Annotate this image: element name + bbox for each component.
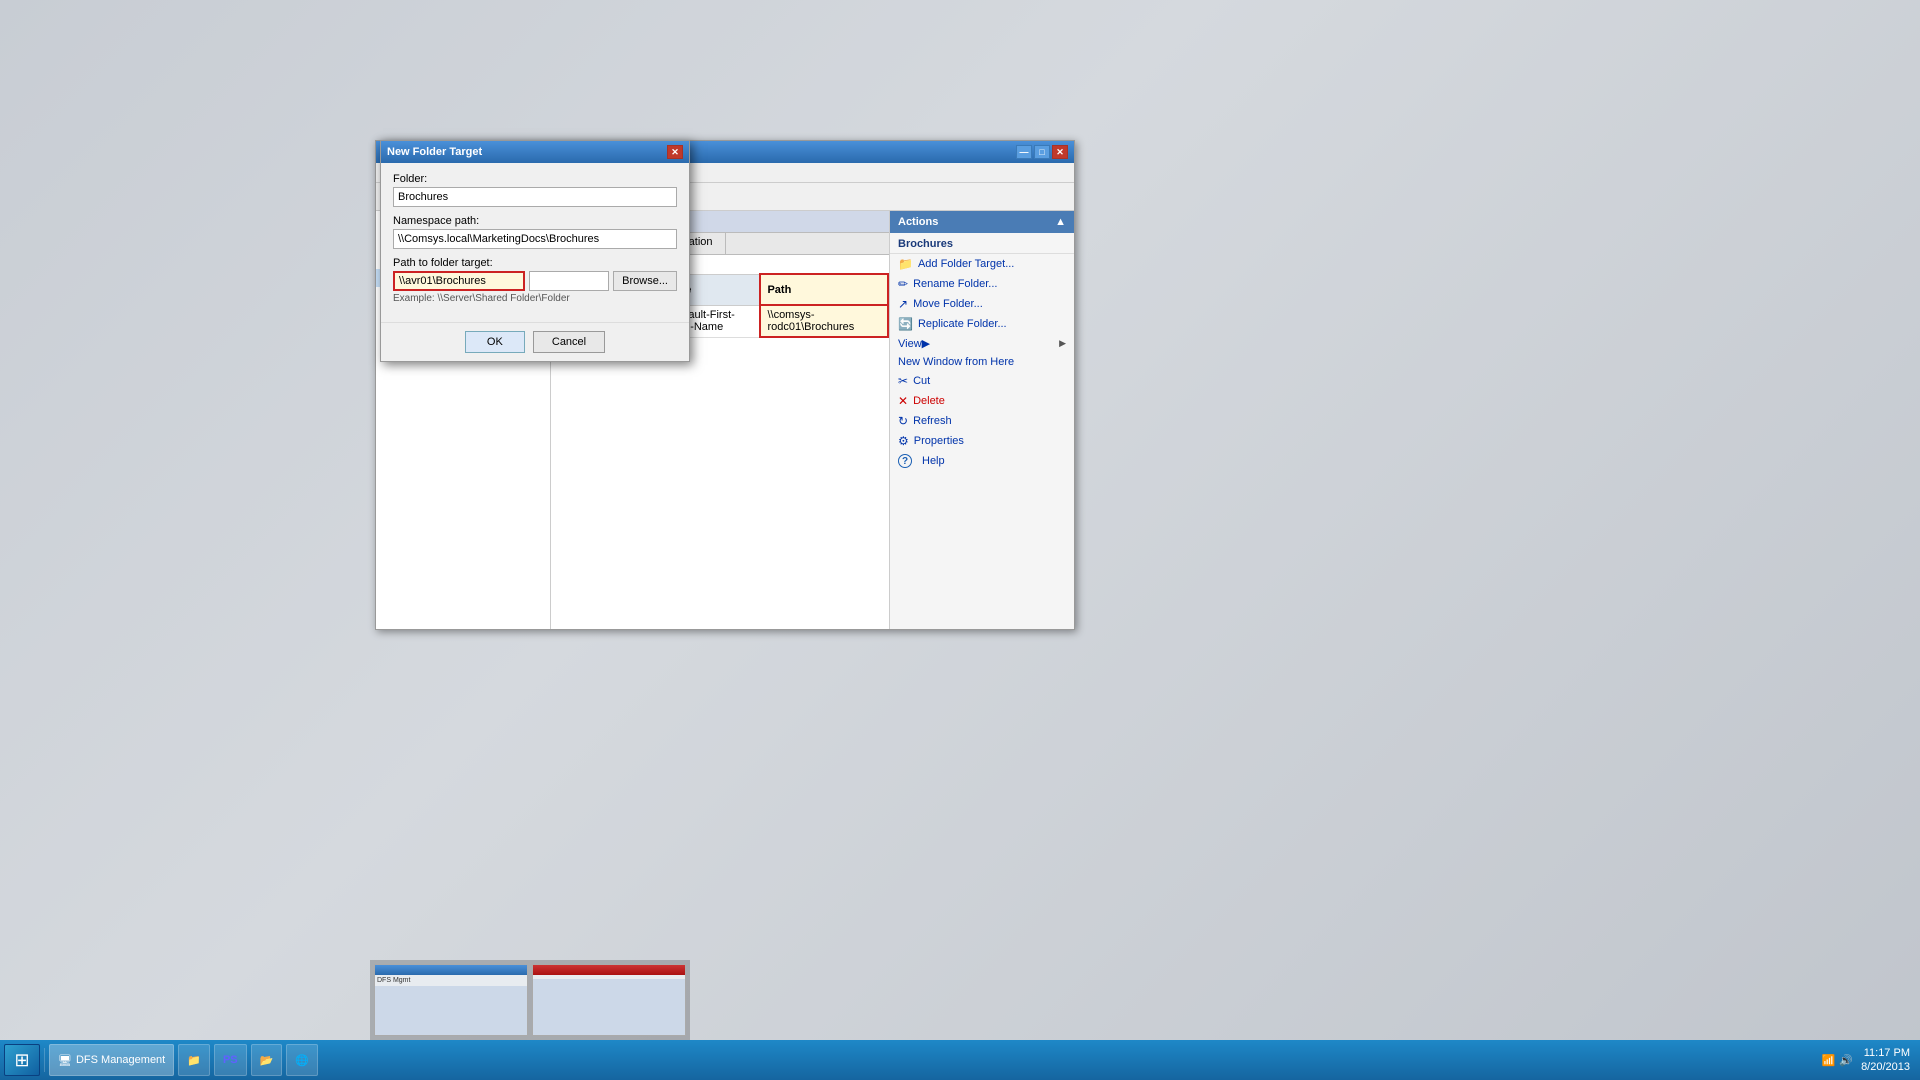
taskbar-dfs-icon: 🖥 bbox=[58, 1054, 72, 1067]
start-button[interactable]: ⊞ bbox=[4, 1044, 40, 1076]
taskbar-dfs-label: DFS Management bbox=[76, 1054, 165, 1066]
cell-path: \\comsys-rodc01\Brochures bbox=[760, 305, 888, 337]
thumbnail-2[interactable] bbox=[532, 964, 686, 1036]
folder-input[interactable] bbox=[393, 187, 677, 207]
action-help[interactable]: ? Help bbox=[890, 451, 1074, 471]
thumb-content-2 bbox=[533, 975, 685, 979]
action-label-cut: Cut bbox=[913, 375, 930, 387]
action-label-properties: Properties bbox=[914, 435, 964, 447]
actions-collapse-icon[interactable]: ▲ bbox=[1055, 216, 1066, 228]
namespace-input[interactable] bbox=[393, 229, 677, 249]
tray-sound-icon: 🔊 bbox=[1839, 1054, 1853, 1067]
help-icon: ? bbox=[898, 454, 912, 468]
dialog-title-bar: New Folder Target ✕ bbox=[381, 141, 689, 163]
tray-network-icon: 📶 bbox=[1822, 1054, 1836, 1067]
taskbar: ⊞ 🖥 DFS Management 📁 PS 📂 🌐 📶 🔊 11:17 PM… bbox=[0, 1040, 1920, 1080]
action-properties[interactable]: ⚙ Properties bbox=[890, 431, 1074, 451]
example-text: Example: \\Server\Shared Folder\Folder bbox=[393, 293, 677, 304]
clock-date: 8/20/2013 bbox=[1861, 1060, 1910, 1074]
system-clock: 11:17 PM 8/20/2013 bbox=[1861, 1046, 1910, 1075]
actions-title: Actions bbox=[898, 216, 938, 228]
taskbar-ie[interactable]: 🌐 bbox=[286, 1044, 318, 1076]
folder-group: Folder: bbox=[393, 173, 677, 207]
action-label-view: View bbox=[898, 338, 922, 350]
actions-section-title: Brochures bbox=[890, 233, 1074, 254]
action-cut[interactable]: ✂ Cut bbox=[890, 371, 1074, 391]
action-new-window[interactable]: New Window from Here bbox=[890, 353, 1074, 371]
system-tray: 📶 🔊 bbox=[1822, 1054, 1853, 1067]
path-label: Path to folder target: bbox=[393, 257, 677, 269]
action-label-help: Help bbox=[922, 455, 945, 467]
refresh-icon: ↻ bbox=[898, 414, 908, 428]
action-label-delete: Delete bbox=[913, 395, 945, 407]
action-label-new-window: New Window from Here bbox=[898, 356, 1014, 368]
path-group: Path to folder target: Browse... Example… bbox=[393, 257, 677, 304]
dialog-body: Folder: Namespace path: Path to folder t… bbox=[381, 163, 689, 322]
path-extra-input[interactable] bbox=[529, 271, 609, 291]
new-folder-target-dialog: New Folder Target ✕ Folder: Namespace pa… bbox=[380, 140, 690, 362]
dialog-close-button[interactable]: ✕ bbox=[667, 145, 683, 159]
taskbar-dfs[interactable]: 🖥 DFS Management bbox=[49, 1044, 174, 1076]
thumb-bar-1 bbox=[375, 965, 527, 975]
submenu-arrow-icon: ▶ bbox=[922, 337, 930, 350]
rename-icon: ✏ bbox=[898, 277, 908, 291]
clock-time: 11:17 PM bbox=[1861, 1046, 1910, 1060]
action-delete[interactable]: ✕ Delete bbox=[890, 391, 1074, 411]
thumb-content-1: DFS Mgmt bbox=[375, 975, 527, 986]
action-refresh[interactable]: ↻ Refresh bbox=[890, 411, 1074, 431]
cancel-button[interactable]: Cancel bbox=[533, 331, 605, 353]
cut-icon: ✂ bbox=[898, 374, 908, 388]
taskbar-ps-icon: PS bbox=[223, 1054, 238, 1066]
add-icon: 📁 bbox=[898, 257, 913, 271]
path-to-folder-input[interactable] bbox=[393, 271, 525, 291]
taskbar-folder[interactable]: 📁 bbox=[178, 1044, 210, 1076]
action-label-rename: Rename Folder... bbox=[913, 278, 997, 290]
maximize-button[interactable]: □ bbox=[1034, 145, 1050, 159]
taskbar-folder-icon: 📁 bbox=[187, 1054, 201, 1067]
namespace-group: Namespace path: bbox=[393, 215, 677, 249]
action-label-replicate: Replicate Folder... bbox=[918, 318, 1007, 330]
taskbar-ie-icon: 🌐 bbox=[295, 1054, 309, 1067]
taskbar-exp-icon: 📂 bbox=[260, 1054, 274, 1067]
action-label-refresh: Refresh bbox=[913, 415, 952, 427]
thumb-bar-2 bbox=[533, 965, 685, 975]
actions-header: Actions ▲ bbox=[890, 211, 1074, 233]
action-label-add: Add Folder Target... bbox=[918, 258, 1014, 270]
actions-panel: Actions ▲ Brochures 📁 Add Folder Target.… bbox=[889, 211, 1074, 629]
action-view[interactable]: View ▶ bbox=[890, 334, 1074, 353]
action-move-folder[interactable]: ↗ Move Folder... bbox=[890, 294, 1074, 314]
move-icon: ↗ bbox=[898, 297, 908, 311]
close-button[interactable]: ✕ bbox=[1052, 145, 1068, 159]
folder-label: Folder: bbox=[393, 173, 677, 185]
thumbnail-bar: DFS Mgmt bbox=[370, 960, 690, 1040]
replicate-icon: 🔄 bbox=[898, 317, 913, 331]
namespace-label: Namespace path: bbox=[393, 215, 677, 227]
ok-button[interactable]: OK bbox=[465, 331, 525, 353]
col-path: Path bbox=[760, 274, 888, 305]
taskbar-explorer[interactable]: 📂 bbox=[251, 1044, 283, 1076]
properties-icon: ⚙ bbox=[898, 434, 909, 448]
taskbar-right: 📶 🔊 11:17 PM 8/20/2013 bbox=[1822, 1046, 1916, 1075]
action-add-folder-target[interactable]: 📁 Add Folder Target... bbox=[890, 254, 1074, 274]
title-bar-controls: — □ ✕ bbox=[1016, 145, 1068, 159]
thumbnail-1[interactable]: DFS Mgmt bbox=[374, 964, 528, 1036]
dialog-buttons: OK Cancel bbox=[381, 322, 689, 361]
action-replicate-folder[interactable]: 🔄 Replicate Folder... bbox=[890, 314, 1074, 334]
dialog-title-text: New Folder Target bbox=[387, 146, 482, 158]
delete-icon: ✕ bbox=[898, 394, 908, 408]
taskbar-powershell[interactable]: PS bbox=[214, 1044, 247, 1076]
path-input-group: Browse... bbox=[393, 271, 677, 291]
action-rename-folder[interactable]: ✏ Rename Folder... bbox=[890, 274, 1074, 294]
minimize-button[interactable]: — bbox=[1016, 145, 1032, 159]
browse-button[interactable]: Browse... bbox=[613, 271, 677, 291]
taskbar-sep1 bbox=[44, 1048, 45, 1072]
action-label-move: Move Folder... bbox=[913, 298, 983, 310]
